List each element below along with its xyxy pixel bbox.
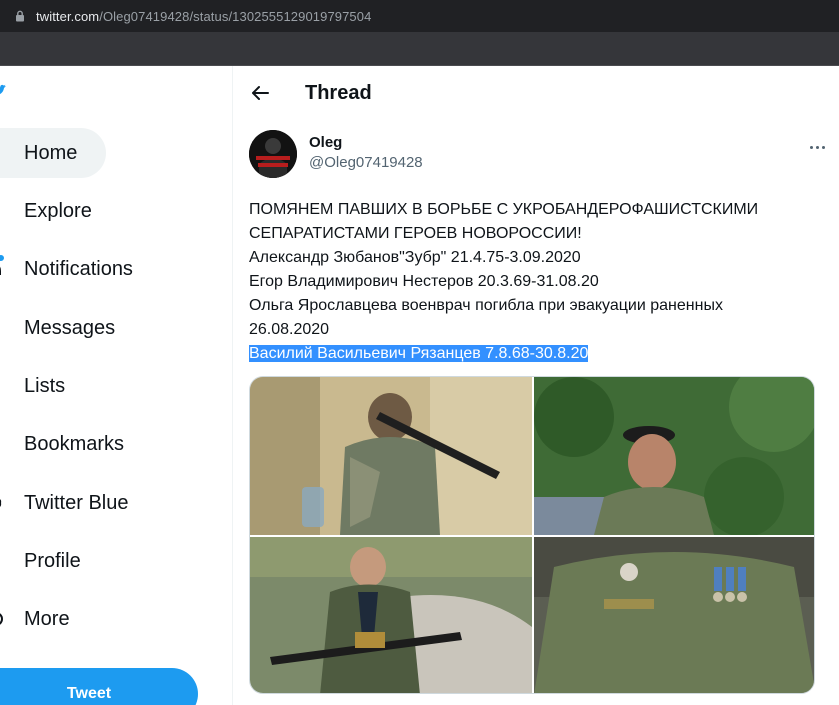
more-options-icon[interactable] xyxy=(805,138,829,156)
photo-4[interactable] xyxy=(534,537,814,693)
more-circle-icon xyxy=(0,609,6,629)
sidebar-item-label: Messages xyxy=(24,316,116,339)
list-icon xyxy=(0,376,6,396)
sidebar-item-label: Bookmarks xyxy=(24,432,125,455)
thread-header: Thread xyxy=(233,66,839,120)
sidebar-item-lists[interactable]: Lists xyxy=(0,361,65,411)
lock-icon[interactable] xyxy=(12,8,28,24)
sidebar-item-label: More xyxy=(24,607,70,630)
sidebar-item-home[interactable]: Home xyxy=(0,128,106,178)
url-text[interactable]: twitter.com/Oleg07419428/status/13025551… xyxy=(36,9,371,24)
media-grid xyxy=(249,376,815,694)
page-title: Thread xyxy=(305,81,372,104)
address-bar[interactable]: twitter.com/Oleg07419428/status/13025551… xyxy=(0,0,839,32)
tweet-text-line: 26.08.2020 xyxy=(249,321,330,338)
tweet-text: ПОМЯНЕМ ПАВШИХ В БОРЬБЕ С УКРОБАНДЕРОФАШ… xyxy=(249,198,809,366)
tweet-button-label: Tweet xyxy=(66,685,112,702)
sidebar-item-label: Twitter Blue xyxy=(24,491,129,514)
tweet-text-line: Егор Владимирович Нестеров 20.3.69-31.08… xyxy=(249,273,599,290)
browser-toolbar-strip xyxy=(0,32,839,66)
photo-2[interactable] xyxy=(534,377,814,535)
tweet-text-line: СЕПАРАТИСТАМИ ГЕРОЕВ НОВОРОССИИ! xyxy=(249,225,582,242)
sidebar-item-messages[interactable]: Messages xyxy=(0,303,115,353)
home-icon xyxy=(0,143,6,163)
profile-icon xyxy=(0,551,6,571)
bell-icon xyxy=(0,259,6,279)
envelope-icon xyxy=(0,318,6,338)
author-handle[interactable]: @Oleg07419428 xyxy=(309,154,423,171)
sidebar-item-label: Notifications xyxy=(24,257,133,280)
photo-3[interactable] xyxy=(250,537,532,693)
url-host: twitter.com xyxy=(36,8,100,24)
sidebar-item-notifications[interactable]: Notifications xyxy=(0,244,133,294)
tweet-text-line: ПОМЯНЕМ ПАВШИХ В БОРЬБЕ С УКРОБАНДЕРОФАШ… xyxy=(249,201,759,218)
tweet-button[interactable]: Tweet xyxy=(0,668,198,705)
twitter-blue-icon xyxy=(0,493,6,513)
back-button[interactable] xyxy=(243,76,277,110)
back-arrow-icon xyxy=(252,86,269,100)
photo-1[interactable] xyxy=(250,377,532,535)
sidebar-item-profile[interactable]: Profile xyxy=(0,536,81,586)
tweet-text-line: Ольга Ярославцева военврач погибла при э… xyxy=(249,297,723,314)
author-name[interactable]: Oleg xyxy=(309,134,423,151)
sidebar-item-label: Profile xyxy=(24,549,81,572)
twitter-logo-icon[interactable] xyxy=(0,84,8,96)
sidebar-item-bookmarks[interactable]: Bookmarks xyxy=(0,419,124,469)
sidebar-item-more[interactable]: More xyxy=(0,594,70,644)
hashtag-icon xyxy=(0,201,6,221)
tweet-text-line: Александр Зюбанов"Зубр" 21.4.75-3.09.202… xyxy=(249,249,581,266)
selected-text: Василий Васильевич Рязанцев 7.8.68-30.8.… xyxy=(249,345,589,362)
tweet-author[interactable]: Oleg @Oleg07419428 xyxy=(309,134,423,171)
sidebar-item-explore[interactable]: Explore xyxy=(0,186,92,236)
url-path: /Oleg07419428/status/1302555129019797504 xyxy=(99,8,372,24)
sidebar-item-label: Explore xyxy=(24,199,92,222)
sidebar: Home Explore Notifications Messages List… xyxy=(0,66,233,705)
sidebar-item-label: Home xyxy=(24,141,78,164)
sidebar-item-twitter-blue[interactable]: Twitter Blue xyxy=(0,478,128,528)
main-column: Thread Oleg @Oleg07419428 ПОМЯНЕМ ПАВШИХ… xyxy=(233,66,839,705)
bookmark-icon xyxy=(0,434,6,454)
sidebar-item-label: Lists xyxy=(24,374,66,397)
avatar[interactable] xyxy=(249,130,297,178)
